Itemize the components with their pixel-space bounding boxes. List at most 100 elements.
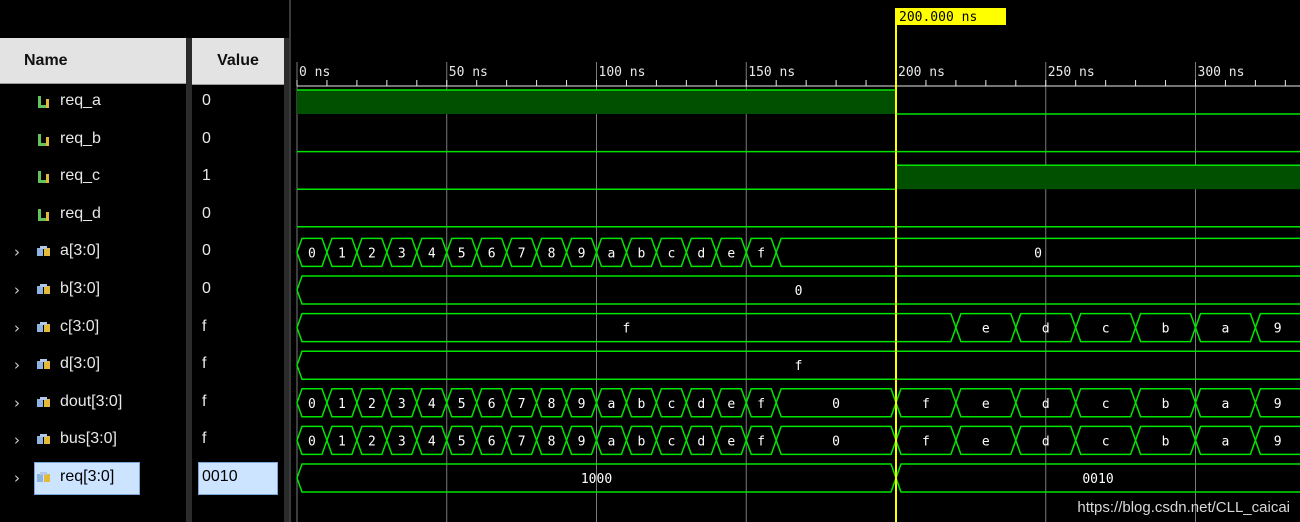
bus-value-label: 2 [368, 434, 376, 449]
bus-value-label: 3 [398, 434, 406, 449]
bit-signal-icon [38, 171, 49, 184]
signal-row[interactable]: › b[3:0] 0 [0, 272, 289, 309]
name-column-header[interactable]: Name [0, 38, 186, 84]
bus-value-label: 7 [518, 246, 526, 261]
bus-value-label: 6 [488, 397, 496, 412]
signal-name: c[3:0] [60, 317, 100, 335]
bus-value-label: e [982, 434, 990, 449]
signal-name: b[3:0] [60, 280, 101, 297]
wave-panel-border [289, 0, 291, 522]
bus-value-label: 0 [308, 246, 316, 261]
ruler-tick-label: 0 ns [299, 65, 330, 80]
signal-value: 0 [202, 204, 211, 222]
bus-value-label: 0 [308, 397, 316, 412]
bus-value-label: c [667, 434, 675, 449]
bus-value-label: d [697, 397, 705, 412]
bus-value-label: b [638, 246, 646, 261]
bus-value-label: 4 [428, 397, 436, 412]
bus-value-label: 7 [518, 397, 526, 412]
signal-row[interactable]: › req[3:0] 0010 [0, 460, 289, 497]
bus-value-label: f [922, 397, 930, 412]
bus-value-label: d [697, 434, 705, 449]
bus-value-label: e [982, 322, 990, 337]
bus-value-label: 9 [1274, 322, 1282, 337]
bus-value-label: d [1042, 434, 1050, 449]
signal-name: req[3:0] [60, 468, 115, 485]
signal-row[interactable]: req_b 0 [0, 122, 289, 159]
bus-value-label: f [757, 397, 765, 412]
bus-value-label: 5 [458, 246, 466, 261]
expand-chevron-icon[interactable]: › [14, 319, 20, 337]
bus-value-label: 1 [338, 397, 346, 412]
bus-value-label: c [1102, 322, 1110, 337]
bus-value-label: 5 [458, 434, 466, 449]
bus-value-label: b [1162, 397, 1170, 412]
waveform-view[interactable]: 0 ns 50 ns 100 ns 150 ns 200 ns 250 ns 300 ns 0… [289, 0, 1300, 522]
signal-value: f [202, 392, 207, 410]
bus-value-label: e [727, 434, 735, 449]
signal-name: req_a [60, 92, 101, 109]
bus-value-label: f [757, 434, 765, 449]
bus-signal-icon [37, 472, 50, 482]
bus-signal-icon [37, 434, 50, 445]
signal-value: 0 [202, 92, 211, 109]
signal-row[interactable]: req_c 1 [0, 159, 289, 196]
bus-value-label: a [608, 434, 616, 449]
signal-row[interactable]: › d[3:0] f [0, 347, 289, 384]
bus-value-label: c [1102, 434, 1110, 449]
signal-row[interactable]: › dout[3:0] f [0, 385, 289, 422]
bus-value-label: f [922, 434, 930, 449]
bus-value-label: 7 [518, 434, 526, 449]
bit-signal-icon [38, 133, 49, 146]
bus-value-label: 9 [1274, 397, 1282, 412]
bus-signal-icon [37, 359, 50, 370]
bus-value-label: 0010 [1082, 472, 1113, 487]
bit-signal-icon [38, 96, 49, 108]
bus-value-label: 5 [458, 397, 466, 412]
bus-value-label: 3 [398, 397, 406, 412]
bus-value-label: 4 [428, 434, 436, 449]
bus-value-label: f [757, 246, 765, 261]
signal-row[interactable]: › bus[3:0] f [0, 422, 289, 459]
signal-row[interactable]: req_d 0 [0, 197, 289, 234]
expand-chevron-icon[interactable]: › [14, 394, 20, 412]
bus-value-label: 8 [548, 246, 556, 261]
bus-value-label: b [1162, 322, 1170, 337]
bus-value-label: d [697, 246, 705, 261]
bus-value-label: 1000 [581, 472, 612, 487]
value-column-header[interactable]: Value [192, 38, 284, 85]
signal-row[interactable]: › a[3:0] 0 [0, 234, 289, 271]
bit-signal-icon [38, 208, 49, 221]
bus-value-label: 0 [795, 284, 803, 299]
bit-high-fill [896, 165, 1300, 190]
bus-signal-icon [37, 396, 50, 407]
bit-high-fill [297, 90, 896, 114]
expand-chevron-icon[interactable]: › [14, 281, 20, 299]
ruler-tick-label: 200 ns [898, 65, 945, 80]
bus-value-label: 8 [548, 434, 556, 449]
bus-value-label: 6 [488, 434, 496, 449]
bus-value-label: 0 [832, 434, 840, 449]
expand-chevron-icon[interactable]: › [14, 469, 20, 487]
signal-value: 0 [202, 242, 211, 260]
bus-value-label: 3 [398, 246, 406, 261]
expand-chevron-icon[interactable]: › [14, 431, 20, 449]
bus-value-label: a [1222, 322, 1230, 337]
expand-chevron-icon[interactable]: › [14, 243, 20, 261]
bus-signal-icon [37, 321, 50, 332]
signal-row[interactable]: › c[3:0] f [0, 310, 289, 347]
ruler-tick-label: 50 ns [449, 65, 488, 80]
signal-value: f [202, 317, 207, 335]
bus-value-label: b [638, 434, 646, 449]
signal-row[interactable]: req_a 0 [0, 84, 289, 121]
bus-value-label: a [608, 397, 616, 412]
bus-value-label: 4 [428, 246, 436, 261]
bus-value-label: f [795, 359, 803, 374]
expand-chevron-icon[interactable]: › [14, 356, 20, 374]
bus-value-label: 0 [832, 397, 840, 412]
signal-value: 0 [202, 280, 211, 297]
ruler-tick-label: 150 ns [748, 65, 795, 80]
bus-value-label: 1 [338, 434, 346, 449]
bus-value-label: c [667, 246, 675, 261]
signal-name: bus[3:0] [60, 430, 117, 448]
